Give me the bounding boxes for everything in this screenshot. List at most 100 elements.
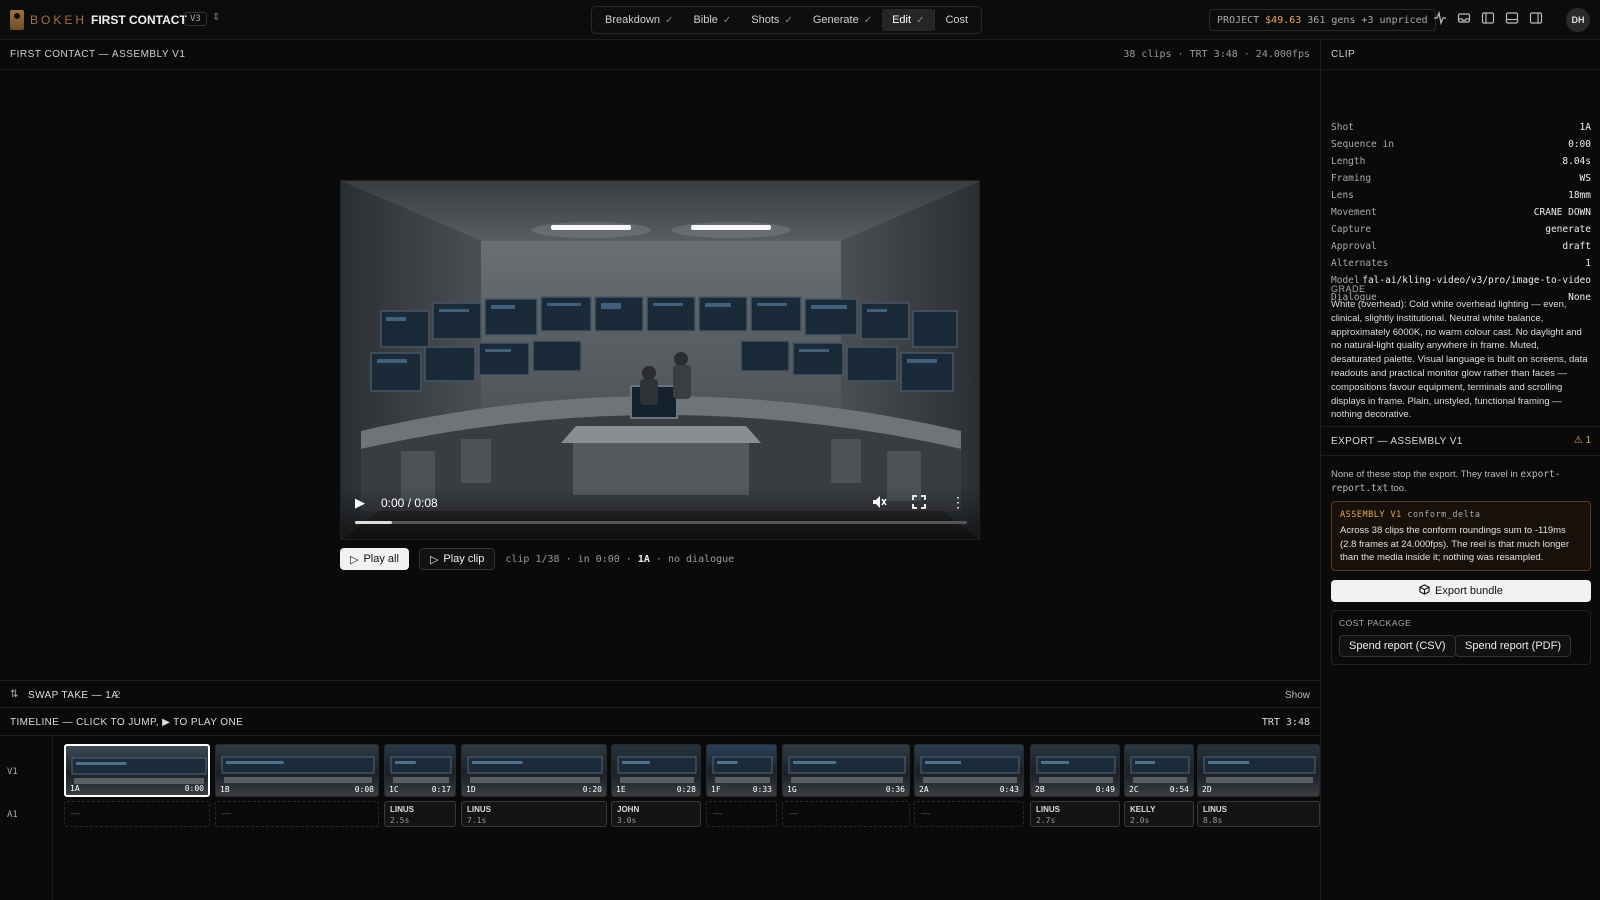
logo[interactable]: BOKEH: [10, 10, 87, 30]
audio-clip[interactable]: LINUS 2.5s: [384, 801, 456, 827]
timeline-clip-2d[interactable]: 2D: [1197, 744, 1320, 797]
inbox-icon[interactable]: [1456, 10, 1472, 26]
audio-clip[interactable]: LINUS 7.1s: [461, 801, 607, 827]
assembly-header: FIRST CONTACT — ASSEMBLY V1 38 clips · T…: [0, 40, 1320, 70]
timeline-clip-2a[interactable]: 2A 0:43: [914, 744, 1024, 797]
check-icon: ✓: [863, 14, 873, 26]
clip-field-shot: Shot 1A: [1331, 122, 1591, 133]
mute-icon[interactable]: [871, 494, 887, 513]
stage-tabs: Breakdown ✓ Bible ✓ Shots ✓ Generate ✓ Edit ✓…: [591, 6, 983, 34]
cost-label: PROJECT: [1217, 14, 1260, 26]
audio-clip[interactable]: KELLY 2.0s: [1124, 801, 1194, 827]
tab-edit[interactable]: Edit ✓: [882, 9, 935, 31]
check-icon: ✓: [784, 14, 793, 26]
version-chevron-icon[interactable]: ⇕: [212, 12, 220, 23]
bokeh-logo-icon: [10, 10, 24, 30]
fullscreen-icon[interactable]: [911, 494, 927, 513]
clip-panel-title: CLIP: [1321, 40, 1600, 70]
project-cost-chip[interactable]: PROJECT $49.63 361 gens +3 unpriced: [1209, 9, 1436, 31]
tab-cost[interactable]: Cost: [934, 9, 978, 31]
clip-field-model: Model fal-ai/kling-video/v3/pro/image-to-…: [1331, 275, 1591, 286]
swap-show-button[interactable]: Show: [1285, 690, 1310, 701]
clip-info: clip 1/38 · in 0:00 · 1A · no dialogue: [505, 553, 735, 565]
swap-take-bar: ⇅ SWAP TAKE — 1A 2 Show: [0, 680, 1320, 708]
play-all-button[interactable]: ▷ Play all: [340, 548, 409, 570]
play-clip-button[interactable]: ▷ Play clip: [418, 548, 496, 570]
play-icon: ▷: [429, 553, 439, 566]
panel-left-icon[interactable]: [1480, 10, 1496, 26]
audio-clip[interactable]: JOHN 3.0s: [611, 801, 701, 827]
spend-report-csv-button[interactable]: Spend report (CSV): [1339, 635, 1456, 657]
timeline-clip-1a[interactable]: 1A 0:00: [64, 744, 210, 797]
tab-bible[interactable]: Bible ✓: [683, 9, 741, 31]
play-icon: ▷: [350, 553, 359, 566]
clip-field-sequence-in: Sequence in 0:00: [1331, 139, 1591, 150]
timeline-clip-1b[interactable]: 1B 0:08: [215, 744, 379, 797]
export-note: None of these stop the export. They trav…: [1331, 469, 1561, 494]
player-time: 0:00 / 0:08: [381, 496, 438, 510]
progress-fill: [355, 521, 392, 524]
cost-detail: 361 gens +3 unpriced: [1307, 14, 1428, 26]
timeline-clip-1e[interactable]: 1E 0:28: [611, 744, 701, 797]
audio-clip[interactable]: LINUS 8.8s: [1197, 801, 1320, 827]
clip-field-length: Length 8.04s: [1331, 156, 1591, 167]
track-label-a1: A1: [7, 810, 18, 820]
clip-field-framing: Framing WS: [1331, 173, 1591, 184]
timeline-clip-1f[interactable]: 1F 0:33: [706, 744, 777, 797]
assembly-title: FIRST CONTACT — ASSEMBLY V1: [10, 49, 186, 60]
timeline-clip-1g[interactable]: 1G 0:36: [782, 744, 910, 797]
tab-breakdown[interactable]: Breakdown ✓: [595, 9, 683, 31]
top-icons: [1432, 10, 1544, 26]
clip-field-movement: Movement CRANE DOWN: [1331, 207, 1591, 218]
video-player[interactable]: ▶ 0:00 / 0:08 ⋮: [340, 180, 980, 540]
top-bar: BOKEH FIRST CONTACT V3 ⇕ Breakdown ✓ Bibl…: [0, 0, 1600, 40]
tab-shots[interactable]: Shots ✓: [741, 9, 803, 31]
play-row: ▷ Play all ▷ Play clip clip 1/38 · in 0:00…: [340, 548, 734, 570]
audio-slot-empty: —: [64, 801, 210, 827]
more-options-icon[interactable]: ⋮: [951, 494, 965, 511]
warning-head: ASSEMBLY V1 conform_delta: [1340, 510, 1481, 520]
version-badge[interactable]: V3: [184, 12, 207, 26]
panel-bottom-icon[interactable]: [1504, 10, 1520, 26]
timeline-title: TIMELINE — CLICK TO JUMP, ▶ TO PLAY ONE: [10, 717, 244, 728]
spend-report-pdf-button[interactable]: Spend report (PDF): [1455, 635, 1571, 657]
progress-bar[interactable]: [355, 521, 967, 524]
audio-slot-empty: —: [782, 801, 910, 827]
swap-icon: ⇅: [10, 689, 19, 700]
clip-field-approval: Approval draft: [1331, 241, 1591, 252]
cost-amount: $49.63: [1265, 14, 1302, 26]
clip-field-alternates: Alternates 1: [1331, 258, 1591, 269]
export-warning-count[interactable]: ⚠ 1: [1574, 435, 1591, 446]
clip-field-capture: Capture generate: [1331, 224, 1591, 235]
avatar[interactable]: DH: [1566, 8, 1590, 32]
activity-icon[interactable]: [1432, 10, 1448, 26]
check-icon: ✓: [665, 14, 674, 26]
check-icon: ✓: [722, 14, 732, 26]
logo-text: BOKEH: [30, 13, 88, 27]
timeline-trt: TRT 3:48: [1261, 717, 1310, 728]
audio-clip[interactable]: LINUS 2.7s: [1030, 801, 1120, 827]
play-icon[interactable]: ▶: [355, 495, 365, 511]
cost-package: COST PACKAGE Spend report (CSV) Spend re…: [1331, 610, 1591, 665]
conform-warning: ASSEMBLY V1 conform_delta Across 38 clip…: [1331, 501, 1591, 571]
clip-field-lens: Lens 18mm: [1331, 190, 1591, 201]
swap-take-label: SWAP TAKE — 1A: [28, 690, 119, 701]
audio-slot-empty: —: [914, 801, 1024, 827]
export-bundle-button[interactable]: Export bundle: [1331, 580, 1591, 602]
audio-slot-empty: —: [215, 801, 379, 827]
check-icon: ✓: [916, 14, 925, 26]
timeline-clip-1d[interactable]: 1D 0:20: [461, 744, 607, 797]
timeline-clip-2c[interactable]: 2C 0:54: [1124, 744, 1194, 797]
main-area: FIRST CONTACT — ASSEMBLY V1 38 clips · T…: [0, 40, 1320, 900]
export-title: EXPORT — ASSEMBLY V1: [1331, 436, 1463, 447]
panel-right-icon[interactable]: [1528, 10, 1544, 26]
timeline-clip-2b[interactable]: 2B 0:49: [1030, 744, 1120, 797]
warning-icon: ⚠: [1573, 435, 1583, 446]
package-icon: [1419, 584, 1430, 598]
export-header: EXPORT — ASSEMBLY V1 ⚠ 1: [1321, 426, 1600, 456]
warning-body: Across 38 clips the conform roundings su…: [1340, 525, 1569, 563]
timeline-clip-1c[interactable]: 1C 0:17: [384, 744, 456, 797]
cost-package-label: COST PACKAGE: [1339, 618, 1412, 628]
grade-text: White (overhead): Cold white overhead li…: [1331, 299, 1588, 421]
tab-generate[interactable]: Generate ✓: [803, 9, 882, 31]
